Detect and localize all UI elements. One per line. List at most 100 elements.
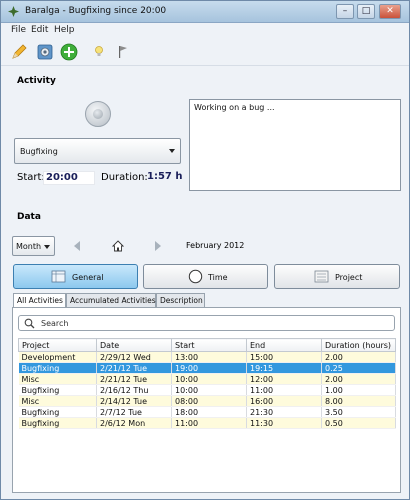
- cell-start: 13:00: [171, 351, 247, 363]
- menu-edit[interactable]: Edit: [31, 25, 48, 35]
- cell-start: 18:00: [171, 406, 247, 418]
- cell-date: 2/7/12 Tue: [96, 406, 172, 418]
- cell-duration: 0.25: [321, 362, 396, 374]
- cell-end: 15:00: [246, 351, 322, 363]
- cell-end: 11:30: [246, 417, 322, 429]
- table-row[interactable]: Misc 2/14/12 Tue 08:00 16:00 8.00: [18, 395, 396, 407]
- time-report-label: Time: [208, 273, 228, 282]
- home-icon[interactable]: [112, 240, 124, 252]
- cell-date: 2/16/12 Thu: [96, 384, 172, 396]
- edit-pencil-icon[interactable]: [9, 42, 29, 62]
- minimize-button[interactable]: –: [336, 4, 354, 19]
- title-bar[interactable]: Baralga - Bugfixing since 20:00 – □ ✕: [1, 1, 409, 23]
- project-select-value: Bugfixing: [20, 147, 58, 156]
- general-report-label: General: [72, 273, 104, 282]
- lightbulb-icon[interactable]: [89, 42, 109, 62]
- duration-label: Duration:: [101, 172, 148, 183]
- data-heading: Data: [17, 212, 41, 222]
- cell-start: 11:00: [171, 417, 247, 429]
- cell-project: Misc: [18, 373, 97, 385]
- chevron-down-icon: [169, 149, 175, 153]
- cell-duration: 2.00: [321, 373, 396, 385]
- tab-description[interactable]: Description: [156, 293, 205, 307]
- project-report-button[interactable]: Project: [274, 264, 400, 289]
- cell-end: 21:30: [246, 406, 322, 418]
- cell-end: 19:15: [246, 362, 322, 374]
- table-row[interactable]: Bugfixing 2/16/12 Thu 10:00 11:00 1.00: [18, 384, 396, 396]
- table-row[interactable]: Development 2/29/12 Wed 13:00 15:00 2.00: [18, 351, 396, 363]
- period-select[interactable]: Month: [12, 236, 55, 256]
- table-row-selected[interactable]: Bugfixing 2/21/12 Tue 19:00 19:15 0.25: [18, 362, 396, 374]
- add-activity-icon[interactable]: [59, 42, 79, 62]
- app-window: Baralga - Bugfixing since 20:00 – □ ✕ Fi…: [0, 0, 410, 500]
- start-label: Start:: [17, 172, 45, 183]
- project-select[interactable]: Bugfixing: [14, 138, 181, 164]
- menu-help[interactable]: Help: [54, 25, 75, 35]
- table-row[interactable]: Bugfixing 2/7/12 Tue 18:00 21:30 3.50: [18, 406, 396, 418]
- column-header-end[interactable]: End: [246, 338, 322, 352]
- cell-project: Bugfixing: [18, 362, 97, 374]
- cell-start: 08:00: [171, 395, 247, 407]
- chevron-down-icon: [44, 245, 50, 249]
- clock-icon: [188, 269, 203, 284]
- project-report-label: Project: [335, 273, 363, 282]
- activity-heading: Activity: [17, 76, 56, 86]
- cell-duration: 2.00: [321, 351, 396, 363]
- start-time-field[interactable]: 20:00: [43, 171, 95, 185]
- column-header-start[interactable]: Start: [171, 338, 247, 352]
- general-report-button[interactable]: General: [13, 264, 138, 289]
- table-header-row: Project Date Start End Duration (hours): [18, 338, 396, 352]
- cell-project: Bugfixing: [18, 406, 97, 418]
- tab-accumulated-activities[interactable]: Accumulated Activities: [66, 293, 156, 307]
- cell-start: 10:00: [171, 384, 247, 396]
- cell-date: 2/29/12 Wed: [96, 351, 172, 363]
- cell-date: 2/6/12 Mon: [96, 417, 172, 429]
- cell-project: Bugfixing: [18, 417, 97, 429]
- search-input[interactable]: Search: [18, 315, 395, 331]
- table-row[interactable]: Bugfixing 2/6/12 Mon 11:00 11:30 0.50: [18, 417, 396, 429]
- search-icon: [24, 318, 35, 329]
- menu-bar: File Edit Help: [1, 23, 409, 38]
- current-month-label: February 2012: [186, 241, 245, 250]
- start-stop-button[interactable]: [85, 101, 111, 127]
- settings-icon[interactable]: [35, 42, 55, 62]
- window-title: Baralga - Bugfixing since 20:00: [25, 6, 167, 16]
- toolbar: [1, 38, 409, 66]
- description-text: Working on a bug ...: [194, 103, 275, 112]
- column-header-project[interactable]: Project: [18, 338, 97, 352]
- activities-table: Project Date Start End Duration (hours) …: [18, 338, 396, 429]
- cell-date: 2/21/12 Tue: [96, 373, 172, 385]
- description-editor[interactable]: Working on a bug ...: [189, 99, 401, 191]
- tab-all-activities[interactable]: All Activities: [13, 293, 66, 308]
- table-icon: [51, 270, 66, 283]
- maximize-button[interactable]: □: [357, 4, 375, 19]
- cell-end: 12:00: [246, 373, 322, 385]
- column-header-duration[interactable]: Duration (hours): [321, 338, 396, 352]
- menu-file[interactable]: File: [11, 25, 26, 35]
- table-row[interactable]: Misc 2/21/12 Tue 10:00 12:00 2.00: [18, 373, 396, 385]
- search-placeholder: Search: [41, 319, 69, 328]
- duration-value: 1:57 h: [147, 171, 183, 182]
- cell-start: 19:00: [171, 362, 247, 374]
- cell-duration: 3.50: [321, 406, 396, 418]
- next-period-icon[interactable]: [152, 240, 164, 252]
- cell-duration: 1.00: [321, 384, 396, 396]
- cell-date: 2/14/12 Tue: [96, 395, 172, 407]
- previous-period-icon[interactable]: [71, 240, 83, 252]
- cell-project: Bugfixing: [18, 384, 97, 396]
- column-header-date[interactable]: Date: [96, 338, 172, 352]
- flag-icon[interactable]: [113, 42, 133, 62]
- app-logo-icon: [8, 6, 19, 17]
- record-icon: [93, 109, 103, 119]
- cell-start: 10:00: [171, 373, 247, 385]
- cell-project: Development: [18, 351, 97, 363]
- project-list-icon: [314, 270, 329, 283]
- cell-duration: 8.00: [321, 395, 396, 407]
- cell-date: 2/21/12 Tue: [96, 362, 172, 374]
- close-button[interactable]: ✕: [379, 4, 401, 19]
- cell-end: 16:00: [246, 395, 322, 407]
- activities-panel: Search Project Date Start End Duration (…: [12, 307, 401, 493]
- cell-duration: 0.50: [321, 417, 396, 429]
- cell-project: Misc: [18, 395, 97, 407]
- time-report-button[interactable]: Time: [143, 264, 268, 289]
